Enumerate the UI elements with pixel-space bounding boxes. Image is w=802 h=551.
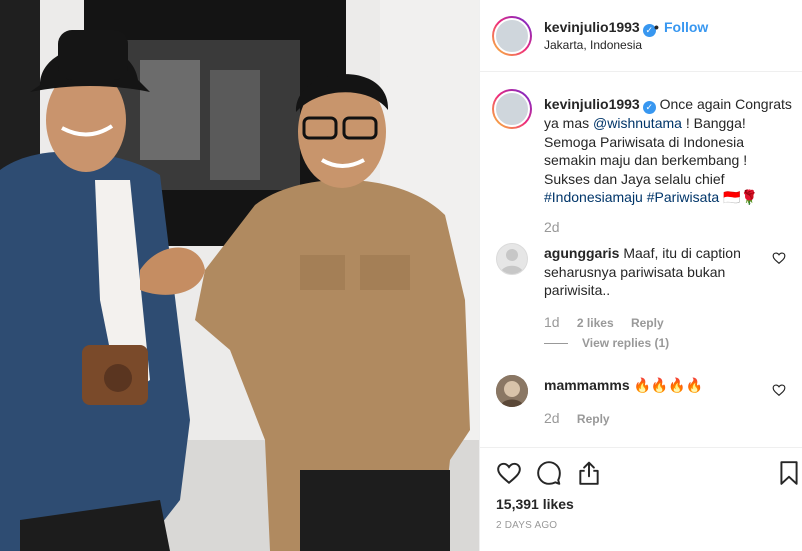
comment-timestamp[interactable]: 2d	[544, 410, 560, 426]
comment-meta: 2d Reply	[544, 410, 624, 426]
view-replies-label[interactable]: View replies (1)	[582, 336, 669, 350]
comment-like-heart-icon[interactable]	[772, 383, 786, 397]
caption-hashtag-2[interactable]: #Pariwisata	[647, 189, 719, 205]
default-avatar-icon	[500, 249, 524, 274]
comment-likes-count[interactable]: 2 likes	[577, 316, 614, 330]
heart-icon[interactable]	[496, 460, 522, 486]
likes-count[interactable]: 15,391 likes	[496, 496, 574, 512]
bookmark-icon[interactable]	[776, 460, 802, 486]
caption-hashtag-1[interactable]: #Indonesiamaju	[544, 189, 643, 205]
comment-timestamp[interactable]: 1d	[544, 314, 560, 330]
comment-like-heart-icon[interactable]	[772, 251, 786, 265]
caption-username[interactable]: kevinjulio1993	[544, 96, 640, 112]
comment-item: agunggaris Maaf, itu di caption seharusn…	[544, 244, 764, 300]
replies-divider	[544, 343, 568, 345]
comment-text: 🔥🔥🔥🔥	[633, 377, 704, 393]
author-username[interactable]: kevinjulio1993 ✓	[544, 19, 656, 37]
author-username-text[interactable]: kevinjulio1993	[544, 19, 640, 35]
header-separator: •	[654, 19, 659, 35]
caption-mention-link[interactable]: @wishnutama	[593, 115, 682, 131]
view-replies-button[interactable]: View replies (1)	[544, 336, 669, 350]
post-header: kevinjulio1993 ✓ • Follow Jakarta, Indone…	[480, 0, 802, 72]
comment-item: mammamms 🔥🔥🔥🔥	[544, 376, 764, 395]
author-avatar-image	[494, 18, 530, 54]
post-caption: kevinjulio1993 ✓ Once again Congrats ya m…	[544, 95, 794, 207]
caption-emoji: 🇮🇩🌹	[723, 189, 758, 205]
caption-timestamp[interactable]: 2d	[544, 219, 560, 235]
comment-meta: 1d 2 likes Reply	[544, 314, 678, 330]
follow-button[interactable]: Follow	[664, 19, 708, 35]
comment-reply-button[interactable]: Reply	[631, 316, 664, 330]
comment-avatar[interactable]	[496, 243, 528, 275]
share-icon[interactable]	[576, 460, 602, 486]
caption-avatar[interactable]	[492, 89, 532, 129]
post-actions: 15,391 likes 2 DAYS AGO	[480, 447, 802, 551]
comment-reply-button[interactable]: Reply	[577, 412, 610, 426]
caption-avatar-image	[494, 91, 530, 127]
verified-badge-icon: ✓	[642, 101, 656, 114]
comment-avatar-image	[496, 375, 528, 407]
post-location[interactable]: Jakarta, Indonesia	[544, 38, 642, 52]
post-timestamp[interactable]: 2 DAYS AGO	[496, 520, 557, 531]
author-avatar[interactable]	[492, 16, 532, 56]
post-image	[0, 0, 479, 551]
comment-username[interactable]: mammamms	[544, 377, 630, 393]
comment-avatar[interactable]	[496, 375, 528, 407]
comment-icon[interactable]	[536, 460, 562, 486]
post-sidebar: kevinjulio1993 ✓ • Follow Jakarta, Indone…	[479, 0, 802, 551]
comment-username[interactable]: agunggaris	[544, 245, 619, 261]
post-photo[interactable]	[0, 0, 479, 551]
